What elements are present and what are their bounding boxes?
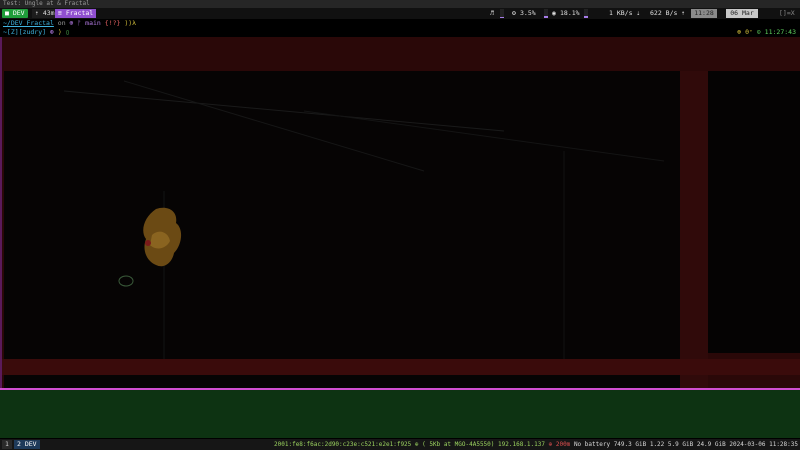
frame-pillar [680,71,708,389]
prompt-git-status: !? [108,19,117,27]
uptime-indicator: ⇡ 43m [32,9,58,18]
memory-usage: 18.1% [560,9,580,17]
cpu-icon: ⚙ [512,9,516,17]
ipv4-address: 192.168.1.137 [498,441,545,448]
network-level-fill [584,16,588,18]
bottom-datetime: 2024-03-06 11:28:35 [729,441,798,448]
battery-status: No battery [573,441,611,448]
video-side-region [708,71,800,353]
cpu-usage: 3.5% [520,9,536,17]
session-fractal-tab[interactable]: ≡ Fractal [55,9,97,18]
memory-used: 5.9 GiB [667,441,694,448]
workspace-2-dev-tab[interactable]: 2 DEV [14,440,40,449]
load-average: 1.22 [649,441,665,448]
system-status: 2001:fe8:f6ac:2d90:c23e:c521:e2e1:f925 ⊕… [274,440,798,449]
clock-time[interactable]: 11:28 [691,9,717,18]
video-scene [63,80,665,371]
prompt-context: ~[Z][zudry] [3,28,47,36]
prompt-on: on [57,19,66,27]
terminal-cursor[interactable]: ▯ [66,28,70,36]
figure-silhouette [143,207,182,267]
prompt-caret: ⟩ [57,28,62,36]
video-frame[interactable] [0,37,800,389]
bottom-status-bar: 1 2 DEV 2001:fe8:f6ac:2d90:c23e:c521:e2e… [0,439,800,450]
prompt-directory: ~/DEV_Fractal [3,19,54,27]
network-bar [584,9,588,18]
layout-indicator[interactable]: []=X [776,9,798,18]
cpu-level-fill [500,16,504,18]
memory-level-fill [544,16,548,18]
music-icon[interactable]: ♬ [490,9,494,18]
clock-date[interactable]: 06 Mar [726,9,758,18]
network-down: 1 KB/s ⇣ [609,9,641,17]
shell-prompt-line-2[interactable]: ~[Z][zudry] ⊛ ⟩ ▯ [3,28,70,37]
network-up: 622 B/s ⇡ [650,9,686,17]
workspace-dev-tag[interactable]: ■ DEV [2,9,28,18]
right-prompt-time: ⊙ 11:27:43 [756,28,796,36]
prompt-arrow: ⟩⟩λ [124,19,137,27]
disk-usage: 749.3 GiB [613,441,647,448]
swap-used: 24.9 GiB [696,441,726,448]
right-prompt: ⊕ 0⁺ ⊙ 11:27:43 [737,28,796,37]
memory-level-bar [544,9,548,18]
lower-pane[interactable] [0,390,800,438]
workspace-1-tab[interactable]: 1 [2,440,12,449]
pane-left-edge [0,37,2,389]
right-prompt-status: ⊕ 0⁺ [737,28,753,36]
prompt-branch: ⊕ ᚠ main [69,19,101,27]
ipv6-address: 2001:fe8:f6ac:2d90:c23e:c521:e2e1:f925 [274,441,412,448]
top-status-bar: ■ DEV ⇡ 43m ≡ Fractal ♬ ⚙ 3.5% ◉ 18.1% 1… [0,8,800,19]
video-content [4,71,680,389]
memory-icon: ◉ [552,9,556,17]
shell-prompt-line-1: ~/DEV_Fractal on ⊕ ᚠ main {!?} ⟩⟩λ [3,19,136,28]
prompt-symbol: ⊛ [49,28,54,36]
frame-floor [0,359,800,375]
warning-status: ⊕ 200m [548,441,571,448]
window-title: Test: Ungle at & Fractal [0,0,800,8]
prompt-brace-close: } [116,19,121,27]
network-status: ⊕ ( 5Kb at MGO-4A5550) [414,441,495,448]
cpu-level-bar [500,9,504,18]
